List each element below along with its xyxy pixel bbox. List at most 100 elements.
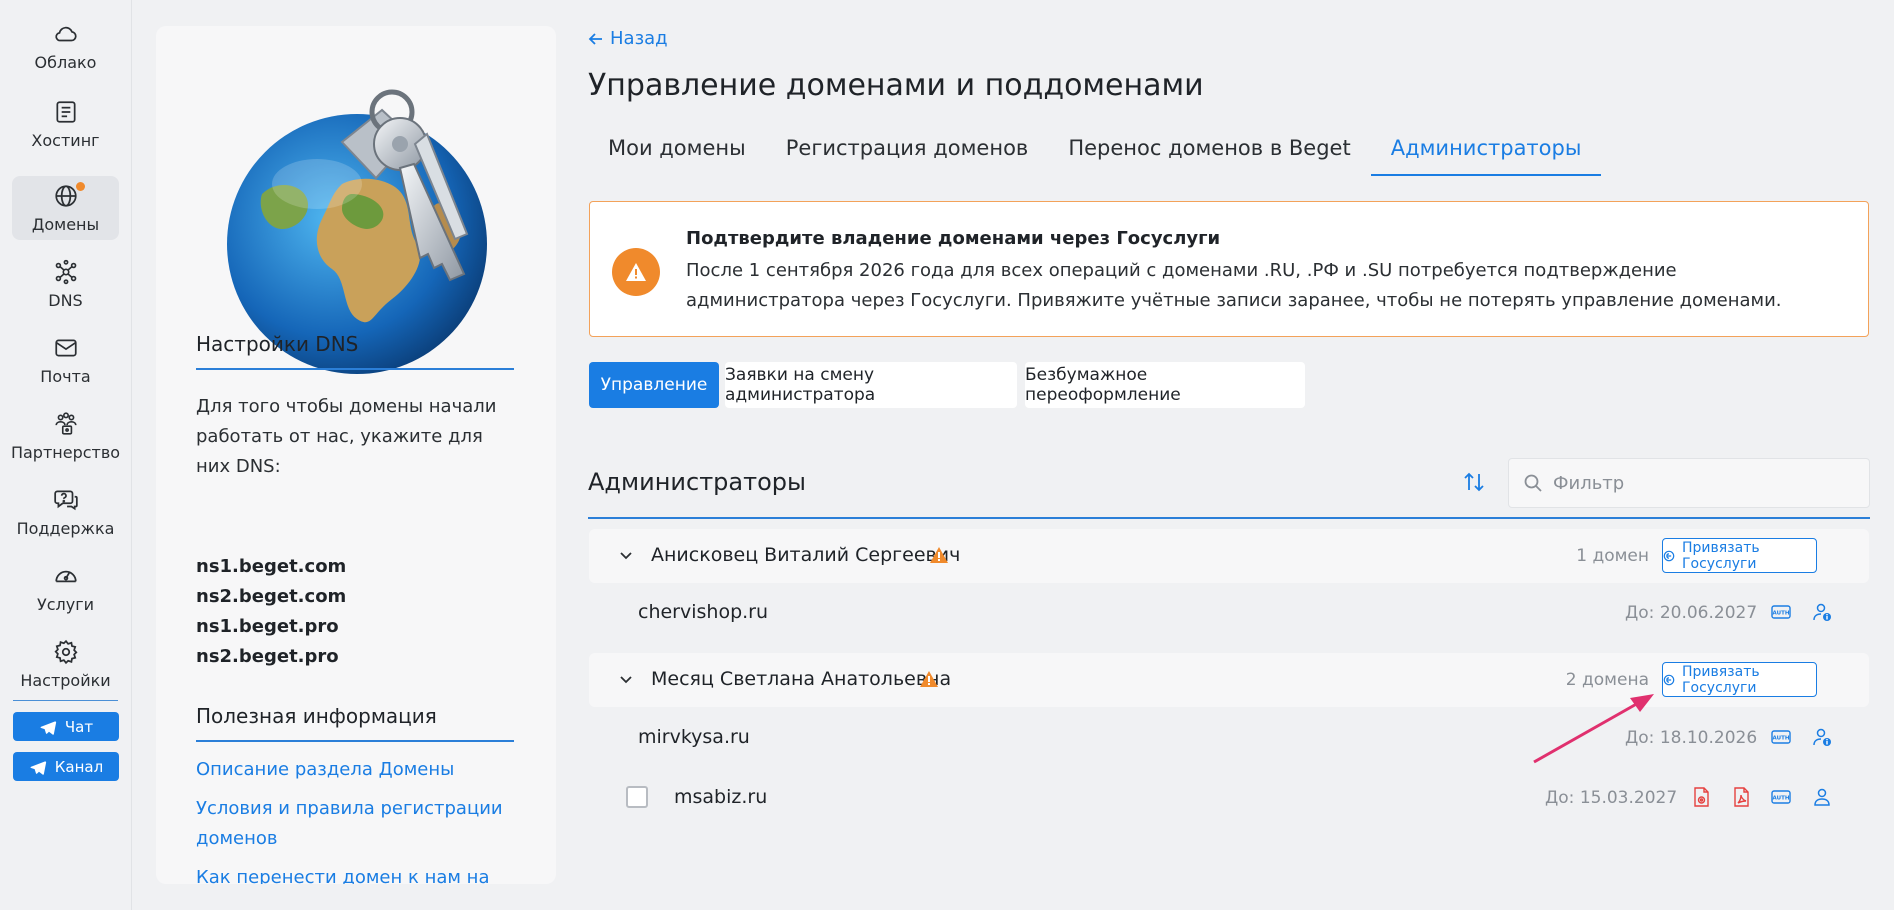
domain-checkbox[interactable] xyxy=(626,786,648,808)
segment-admin-change-requests[interactable]: Заявки на смену администратора xyxy=(725,362,1017,408)
link-registration-rules[interactable]: Условия и правила регистрации доменов xyxy=(196,794,506,854)
settings-gear-icon xyxy=(53,639,78,664)
search-icon xyxy=(1524,474,1542,492)
server-icon xyxy=(55,100,76,123)
chevron-down-icon[interactable] xyxy=(617,546,635,564)
nav-item-dns[interactable]: DNS xyxy=(12,252,119,316)
domain-name[interactable]: chervishop.ru xyxy=(638,601,768,623)
filter-field xyxy=(1508,458,1870,508)
dns-network-icon xyxy=(55,259,76,284)
nav-item-label: Почта xyxy=(40,366,91,386)
left-navigation: Облако Хостинг Домены DNS Почта Партнерс… xyxy=(0,0,132,910)
back-label: Назад xyxy=(610,28,668,49)
nameserver-1: ns1.beget.com xyxy=(196,556,347,577)
domain-expiry: До: 15.03.2027 xyxy=(1545,788,1678,808)
nav-item-mail[interactable]: Почта xyxy=(12,328,119,392)
admin-user-icon[interactable] xyxy=(1811,786,1833,808)
cloud-icon xyxy=(54,26,77,41)
nav-item-hosting[interactable]: Хостинг xyxy=(12,92,119,156)
nav-item-label: Партнерство xyxy=(10,442,121,462)
nav-item-label: Поддержка xyxy=(16,518,115,538)
document-settings-icon[interactable] xyxy=(1690,786,1712,808)
domain-name[interactable]: msabiz.ru xyxy=(674,786,767,808)
admin-info-icon[interactable] xyxy=(1811,601,1833,623)
admin-group-header: Анисковец Виталий Сергеевич 1 домен Прив… xyxy=(589,529,1869,583)
nameserver-4: ns2.beget.pro xyxy=(196,646,339,667)
pdf-file-icon[interactable] xyxy=(1730,786,1752,808)
link-gosuslugi-label: Привязать Госуслуги xyxy=(1681,539,1760,572)
nav-item-partners[interactable]: Партнерство xyxy=(10,404,121,468)
nav-divider xyxy=(13,700,118,701)
link-transfer-domain[interactable]: Как перенести домен к нам на xyxy=(196,863,506,884)
globe-icon xyxy=(54,184,77,207)
arrow-left-icon xyxy=(588,32,602,45)
chevron-down-icon[interactable] xyxy=(617,670,635,688)
nav-item-label: Домены xyxy=(31,214,100,234)
svg-text:AUTH: AUTH xyxy=(1773,611,1790,617)
side-info-panel: Настройки DNS Для того чтобы домены нача… xyxy=(156,26,556,884)
domain-count: 1 домен xyxy=(1576,546,1649,566)
gosuslugi-warning-alert: Подтвердите владение доменами через Госу… xyxy=(589,201,1869,337)
nav-item-label: Услуги xyxy=(36,594,95,614)
svg-text:AUTH: AUTH xyxy=(1773,736,1790,742)
admin-group-header: Месяц Светлана Анатольевна 2 домена Прив… xyxy=(589,653,1869,707)
dns-title-underline xyxy=(196,368,514,370)
services-gauge-icon xyxy=(54,570,77,582)
chat-button-label: Чат xyxy=(64,717,94,736)
auth-code-icon[interactable]: AUTH xyxy=(1770,786,1792,808)
nav-item-label: Облако xyxy=(34,52,97,72)
alert-title: Подтвердите владение доменами через Госу… xyxy=(686,228,1221,249)
domain-row: mirvkysa.ru До: 18.10.2026 AUTH xyxy=(589,710,1869,766)
auth-code-icon[interactable]: AUTH xyxy=(1770,601,1792,623)
warning-triangle-icon xyxy=(920,671,938,687)
nav-item-cloud[interactable]: Облако xyxy=(12,14,119,78)
channel-button-label: Канал xyxy=(54,757,104,776)
nameserver-2: ns2.beget.com xyxy=(196,586,347,607)
warning-triangle-icon xyxy=(930,547,948,563)
main-content: Назад Управление доменами и поддоменами … xyxy=(588,0,1870,910)
svg-text:AUTH: AUTH xyxy=(1773,796,1790,802)
tab-domain-registration[interactable]: Регистрация доменов xyxy=(766,128,1049,176)
sort-icon[interactable] xyxy=(1462,470,1486,494)
admin-info-icon[interactable] xyxy=(1811,726,1833,748)
tab-my-domains[interactable]: Мои домены xyxy=(588,128,766,176)
admin-name: Анисковец Виталий Сергеевич xyxy=(651,544,961,566)
gosuslugi-icon xyxy=(1663,674,1675,685)
link-gosuslugi-button[interactable]: Привязать Госуслуги xyxy=(1662,538,1817,573)
back-link[interactable]: Назад xyxy=(588,28,668,49)
gosuslugi-icon xyxy=(1663,550,1675,561)
dns-settings-title: Настройки DNS xyxy=(196,332,359,356)
nameserver-3: ns1.beget.pro xyxy=(196,616,339,637)
segment-paperless-reissue[interactable]: Безбумажное переоформление xyxy=(1025,362,1305,408)
telegram-icon xyxy=(40,720,57,735)
partners-icon xyxy=(54,411,77,435)
nav-item-label: Настройки xyxy=(20,670,111,690)
nav-item-domains[interactable]: Домены xyxy=(12,176,119,240)
useful-info-underline xyxy=(196,740,514,742)
tab-domain-transfer[interactable]: Перенос доменов в Beget xyxy=(1048,128,1370,176)
link-gosuslugi-label: Привязать Госуслуги xyxy=(1681,663,1760,696)
nav-item-services[interactable]: Услуги xyxy=(12,556,119,620)
domain-count: 2 домена xyxy=(1565,670,1649,690)
domain-row: chervishop.ru До: 20.06.2027 AUTH xyxy=(589,585,1869,641)
filter-input[interactable] xyxy=(1553,472,1853,494)
section-divider xyxy=(588,517,1870,519)
tab-administrators[interactable]: Администраторы xyxy=(1370,128,1602,176)
telegram-icon xyxy=(30,760,46,775)
dns-instructions: Для того чтобы домены начали работать от… xyxy=(196,396,497,477)
segment-management[interactable]: Управление xyxy=(589,362,719,408)
link-domains-description[interactable]: Описание раздела Домены xyxy=(196,755,506,785)
alert-text: После 1 сентября 2026 года для всех опер… xyxy=(686,260,1782,311)
auth-code-icon[interactable]: AUTH xyxy=(1770,726,1792,748)
annotation-arrow xyxy=(1533,694,1654,764)
support-chat-icon xyxy=(53,489,78,510)
page-title: Управление доменами и поддоменами xyxy=(588,68,1204,103)
nav-item-label: DNS xyxy=(48,290,83,310)
channel-button[interactable]: Канал xyxy=(13,752,119,781)
nav-item-settings[interactable]: Настройки xyxy=(12,632,119,696)
nav-item-support[interactable]: Поддержка xyxy=(12,480,119,544)
chat-button[interactable]: Чат xyxy=(13,712,119,741)
domain-name[interactable]: mirvkysa.ru xyxy=(638,726,750,748)
link-gosuslugi-button[interactable]: Привязать Госуслуги xyxy=(1662,662,1817,697)
warning-icon xyxy=(612,248,660,296)
